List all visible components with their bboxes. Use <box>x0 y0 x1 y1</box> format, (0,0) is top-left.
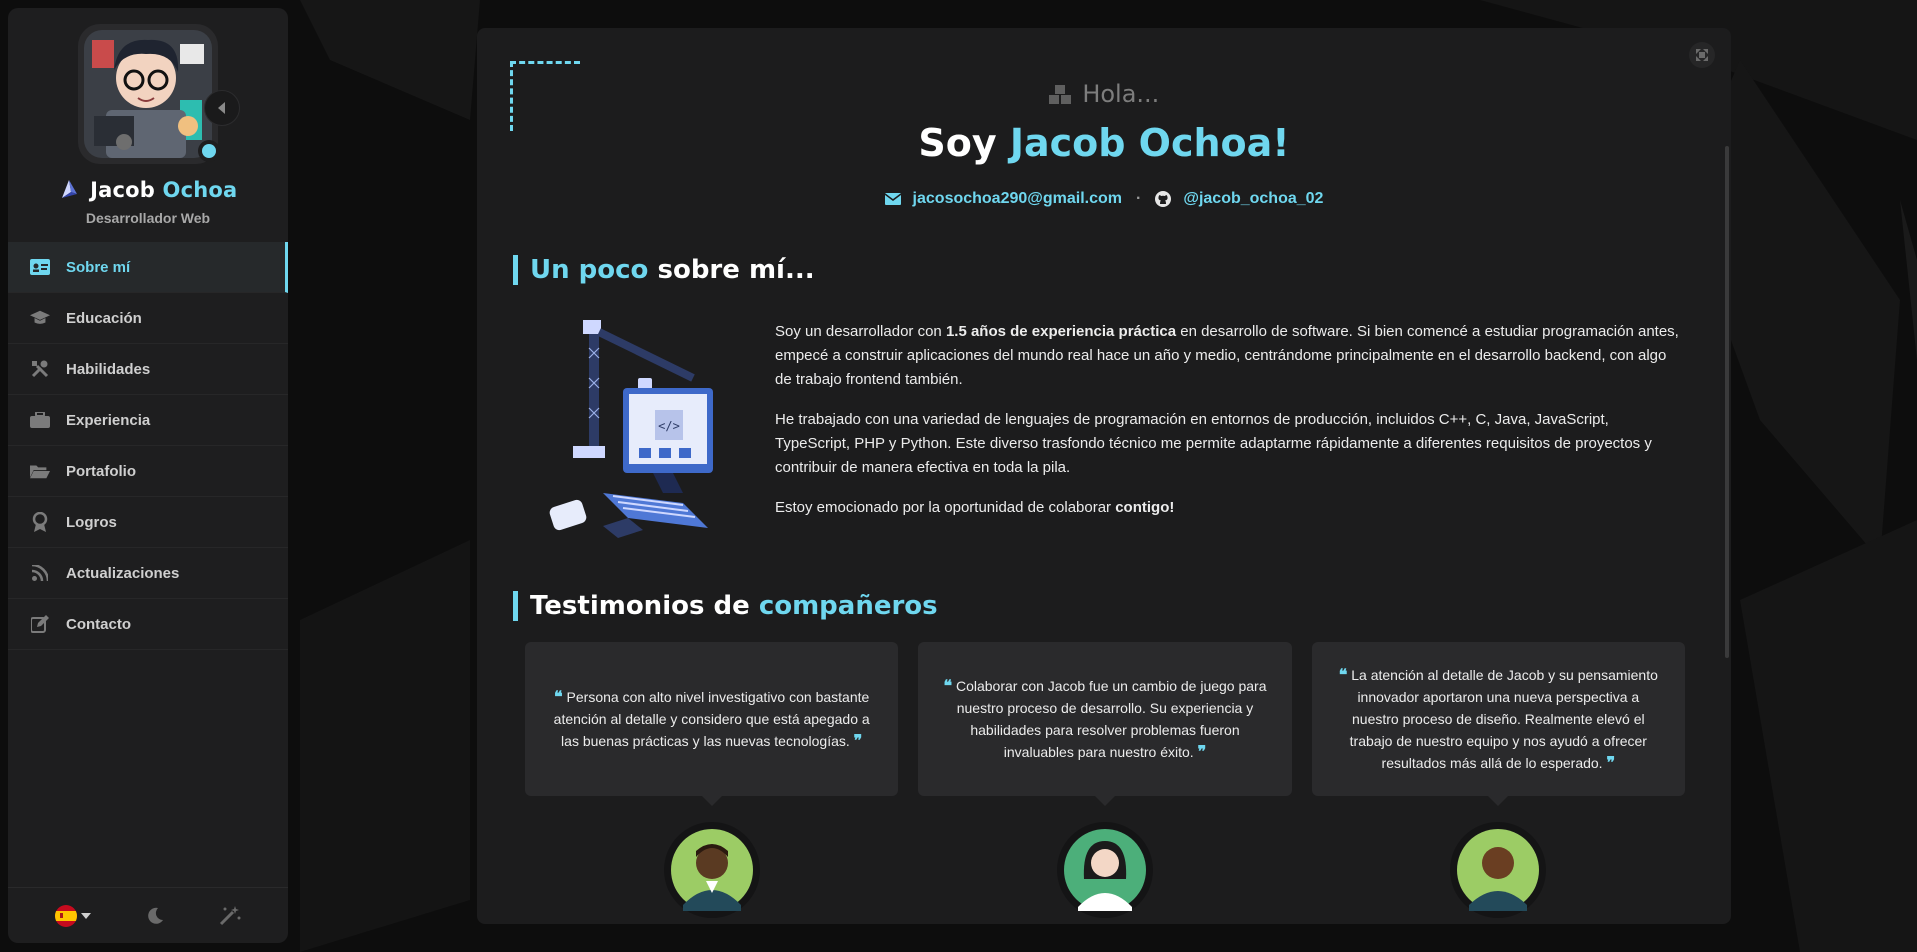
sidebar-item-sobre-mi[interactable]: Sobre mí <box>8 242 288 293</box>
sidebar-item-educacion[interactable]: Educación <box>8 293 288 344</box>
about-title-accent: Un poco <box>530 255 649 285</box>
profile-avatar-frame <box>78 24 240 164</box>
testimonials-section-title: Testimonios de compañeros <box>513 591 938 621</box>
magic-wand-icon <box>219 905 241 925</box>
github-link[interactable]: @jacob_ochoa_02 <box>1155 190 1323 208</box>
headline-prefix: Soy <box>918 121 997 165</box>
sidebar-item-label: Habilidades <box>66 360 151 378</box>
rss-icon <box>30 563 50 583</box>
effects-toggle-button[interactable] <box>219 905 241 926</box>
sidebar-item-label: Sobre mí <box>66 258 131 276</box>
theme-toggle-button[interactable] <box>146 907 164 925</box>
greeting-text: Hola... <box>1082 80 1160 108</box>
sidebar-item-label: Portafolio <box>66 462 136 480</box>
expand-icon <box>1696 49 1708 61</box>
testimonials-list: ❝ Persona con alto nivel investigativo c… <box>525 642 1685 918</box>
avatar <box>84 30 212 158</box>
expand-fullscreen-button[interactable] <box>1689 42 1715 68</box>
about-section-title: Un poco sobre mí... <box>513 255 815 285</box>
testimonial-avatar <box>663 822 760 918</box>
close-quote-icon: ❞ <box>1606 753 1616 772</box>
briefcase-icon <box>30 410 50 430</box>
rocket-icon <box>61 180 77 198</box>
testimonial-text: Colaborar con Jacob fue un cambio de jue… <box>955 678 1267 760</box>
github-icon <box>1155 191 1172 207</box>
moon-icon <box>148 907 163 924</box>
greeting: Hola... <box>477 80 1731 108</box>
testimonial-item: ❝ Colaborar con Jacob fue un cambio de j… <box>918 642 1292 918</box>
headline-name: Jacob Ochoa! <box>1009 121 1290 165</box>
language-selector[interactable] <box>55 904 92 927</box>
folder-open-icon <box>30 461 50 481</box>
sidebar-item-habilidades[interactable]: Habilidades <box>8 344 288 395</box>
about-paragraph-2: He trabajado con una variedad de lenguaj… <box>775 411 1652 476</box>
svg-text:</>: </> <box>658 419 680 433</box>
testimonial-avatar <box>1056 822 1153 918</box>
open-quote-icon: ❝ <box>943 676 953 695</box>
spain-flag-icon <box>55 904 78 927</box>
profile-first-name: Jacob <box>90 178 156 202</box>
about-p1-start: Soy un desarrollador con <box>775 323 946 340</box>
email-link[interactable]: jacosochoa290@gmail.com <box>884 190 1123 208</box>
tools-icon <box>30 359 50 379</box>
sidebar-item-label: Logros <box>66 513 117 531</box>
close-quote-icon: ❞ <box>1197 742 1207 761</box>
caret-left-icon <box>218 102 225 114</box>
testimonial-text: Persona con alto nivel investigativo con… <box>553 689 870 749</box>
graduation-cap-icon <box>30 308 50 328</box>
cubes-icon <box>1048 85 1071 104</box>
page-title: Soy Jacob Ochoa! <box>477 121 1731 165</box>
online-status-indicator <box>198 140 220 162</box>
testimonial-card: ❝ Persona con alto nivel investigativo c… <box>525 642 899 806</box>
about-p3-bold: contigo! <box>1115 499 1175 516</box>
contact-separator: · <box>1136 190 1142 207</box>
profile-last-name: Ochoa <box>162 178 238 202</box>
developer-illustration: </> <box>549 320 713 538</box>
about-p3-start: Estoy emocionado por la oportunidad de c… <box>775 499 1116 516</box>
about-p1-bold: 1.5 años de experiencia práctica <box>945 323 1177 340</box>
about-paragraph-1: Soy un desarrollador con 1.5 años de exp… <box>775 320 1685 392</box>
close-quote-icon: ❞ <box>853 731 863 750</box>
sidebar-item-label: Contacto <box>66 615 131 633</box>
sidebar-item-logros[interactable]: Logros <box>8 497 288 548</box>
envelope-icon <box>884 193 901 205</box>
open-quote-icon: ❝ <box>554 687 563 706</box>
sidebar-item-label: Experiencia <box>66 411 151 429</box>
sidebar-footer <box>8 887 288 943</box>
scrollbar-thumb[interactable] <box>1725 146 1729 658</box>
caret-down-icon <box>81 912 92 919</box>
github-text: @jacob_ochoa_02 <box>1183 190 1324 207</box>
testimonial-item: ❝ Persona con alto nivel investigativo c… <box>525 642 899 918</box>
sidebar-item-experiencia[interactable]: Experiencia <box>8 395 288 446</box>
testimonials-title-accent: compañeros <box>758 591 938 621</box>
testimonial-item: ❝ La atención al detalle de Jacob y su p… <box>1311 642 1685 918</box>
sidebar-item-portafolio[interactable]: Portafolio <box>8 446 288 497</box>
about-title-rest: sobre mí... <box>657 255 815 285</box>
collapse-sidebar-button[interactable] <box>204 90 240 126</box>
sidebar-item-label: Educación <box>66 309 142 327</box>
testimonial-card: ❝ La atención al detalle de Jacob y su p… <box>1311 642 1685 806</box>
email-text: jacosochoa290@gmail.com <box>912 190 1123 207</box>
sidebar: Jacob Ochoa Desarrollador Web Sobre mí E… <box>8 8 288 943</box>
sidebar-item-actualizaciones[interactable]: Actualizaciones <box>8 548 288 599</box>
about-text: Soy un desarrollador con 1.5 años de exp… <box>775 320 1685 536</box>
about-paragraph-3: Estoy emocionado por la oportunidad de c… <box>775 496 1685 520</box>
edit-icon <box>30 614 50 634</box>
open-quote-icon: ❝ <box>1338 665 1348 684</box>
main-content-card: Hola... Soy Jacob Ochoa! jacosochoa290@g… <box>477 28 1731 924</box>
sidebar-item-label: Actualizaciones <box>66 564 180 582</box>
sidebar-nav: Sobre mí Educación Habilidades Experienc… <box>8 242 288 650</box>
id-card-icon <box>30 257 50 277</box>
testimonial-card: ❝ Colaborar con Jacob fue un cambio de j… <box>918 642 1292 806</box>
contact-links: jacosochoa290@gmail.com · @jacob_ochoa_0… <box>477 190 1731 208</box>
testimonials-title-plain: Testimonios de <box>530 591 750 621</box>
award-icon <box>30 512 50 532</box>
sidebar-item-contacto[interactable]: Contacto <box>8 599 288 650</box>
profile-role: Desarrollador Web <box>85 210 211 226</box>
testimonial-avatar <box>1450 822 1547 918</box>
profile-name: Jacob Ochoa <box>8 178 288 202</box>
